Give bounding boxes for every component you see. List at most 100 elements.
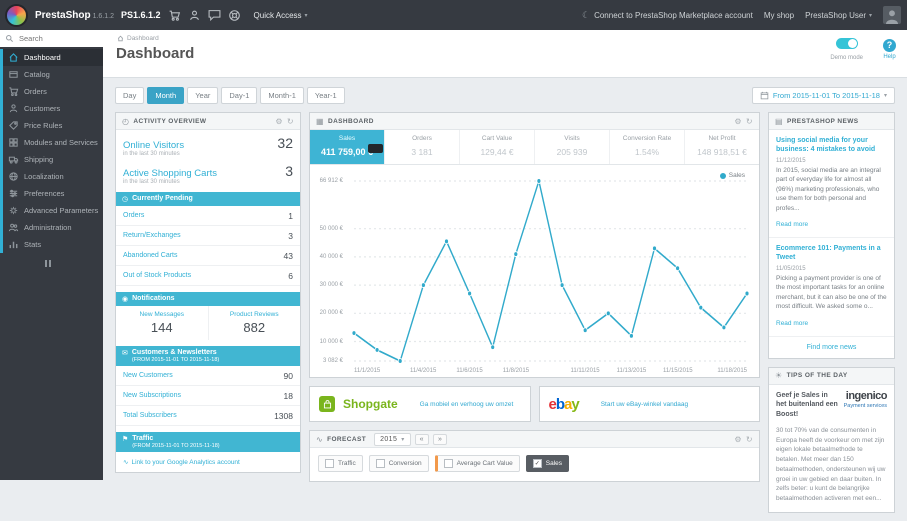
online-visitors-stat[interactable]: Online Visitors 32 in the last 30 minutes: [116, 130, 300, 158]
messages-icon[interactable]: [208, 9, 221, 22]
google-analytics-link[interactable]: ∿ Link to your Google Analytics account: [116, 452, 300, 472]
read-more-link[interactable]: Read more: [776, 221, 808, 228]
modules-icon: [8, 137, 19, 148]
range-button-day[interactable]: Day: [115, 87, 145, 104]
sales-line-chart: [351, 178, 750, 364]
year-select[interactable]: 2015 ▾: [374, 432, 411, 446]
date-range-picker[interactable]: From 2015-11-01 To 2015-11-18 ▾: [751, 87, 895, 104]
ebay-promo[interactable]: ebay Start uw eBay-winkel vandaag: [538, 386, 760, 422]
ingenico-logo: ingenico Payment services: [843, 389, 888, 409]
find-more-news-link[interactable]: Find more news: [769, 337, 894, 358]
gear-icon[interactable]: ⚙: [734, 117, 742, 126]
chart-x-axis: 11/1/2015 11/4/2015 11/6/2015 11/8/2015 …: [354, 368, 747, 374]
kpi-visits[interactable]: Visits 205 939: [534, 130, 609, 164]
sidebar-item-dashboard[interactable]: Dashboard: [3, 49, 103, 66]
customers-icon[interactable]: [188, 9, 201, 22]
user-menu[interactable]: PrestaShop User ▾: [805, 11, 872, 20]
range-button-day-1[interactable]: Day-1: [221, 87, 258, 104]
sidebar-item-price-rules[interactable]: Price Rules: [3, 117, 103, 134]
marketplace-connect-link[interactable]: ☾ Connect to PrestaShop Marketplace accou…: [582, 10, 753, 21]
range-button-year-1[interactable]: Year-1: [306, 87, 345, 104]
sidebar-item-customers[interactable]: Customers: [3, 100, 103, 117]
kpi-cart-value[interactable]: Cart Value 129,44 €: [459, 130, 534, 164]
sidebar-item-shipping[interactable]: Shipping: [3, 151, 103, 168]
sidebar-item-preferences[interactable]: Preferences: [3, 185, 103, 202]
brand: PrestaShop 1.6.1.2: [35, 10, 114, 21]
shopgate-promo[interactable]: Shopgate Ga mobiel en verhoog uw omzet: [309, 386, 531, 422]
demo-mode-toggle[interactable]: [835, 38, 858, 49]
sidebar-item-orders[interactable]: Orders: [3, 83, 103, 100]
stat-value: 3: [285, 163, 293, 179]
legend-chip-sales[interactable]: ✓ Sales: [525, 455, 569, 472]
sidebar-nav: Dashboard Catalog Orders Customers Price…: [0, 49, 103, 253]
brand-version: 1.6.1.2: [92, 12, 114, 20]
sidebar-item-advanced-parameters[interactable]: Advanced Parameters: [3, 202, 103, 219]
legend-chip-conversion[interactable]: Conversion: [368, 455, 429, 472]
sidebar-item-modules[interactable]: Modules and Services: [3, 134, 103, 151]
quick-access-menu[interactable]: Quick Access ▾: [254, 11, 308, 20]
panel-title: TIPS OF THE DAY: [786, 372, 848, 380]
range-button-month-1[interactable]: Month-1: [260, 87, 304, 104]
next-year-button[interactable]: »: [432, 433, 448, 445]
help-button[interactable]: ? Help: [883, 35, 896, 60]
pending-row-abandoned-carts[interactable]: Abandoned Carts 43: [116, 246, 300, 266]
refresh-icon[interactable]: ↻: [746, 435, 753, 444]
shop-name-link[interactable]: PS1.6.1.2: [121, 10, 161, 20]
range-button-year[interactable]: Year: [187, 87, 219, 104]
customers-row-new-subscriptions[interactable]: New Subscriptions 18: [116, 386, 300, 406]
forecast-legend: Traffic Conversion Average Cart Value ✓ S…: [310, 448, 759, 481]
sidebar-item-label: Catalog: [24, 70, 50, 79]
sidebar-item-administration[interactable]: Administration: [3, 219, 103, 236]
customers-row-new-customers[interactable]: New Customers 90: [116, 366, 300, 386]
user-avatar[interactable]: [883, 6, 901, 24]
product-reviews-cell[interactable]: Product Reviews 882: [207, 306, 301, 340]
sidebar-item-label: Advanced Parameters: [24, 206, 99, 215]
legend-dot: [719, 172, 726, 179]
pending-row-orders[interactable]: Orders 1: [116, 206, 300, 226]
pending-row-returns[interactable]: Return/Exchanges 3: [116, 226, 300, 246]
pending-row-out-of-stock[interactable]: Out of Stock Products 6: [116, 266, 300, 286]
truck-icon: [8, 154, 19, 165]
prestashop-logo[interactable]: [5, 3, 28, 27]
topbar: PrestaShop 1.6.1.2 PS1.6.1.2 Quick Access…: [0, 0, 907, 30]
new-messages-cell[interactable]: New Messages 144: [116, 306, 208, 340]
my-shop-link[interactable]: My shop: [764, 11, 794, 20]
shopgate-link[interactable]: Ga mobiel en verhoog uw omzet: [420, 401, 514, 408]
kpi-orders[interactable]: Orders 3 181: [384, 130, 459, 164]
kpi-conversion-rate[interactable]: Conversion Rate 1.54%: [609, 130, 684, 164]
article-title-link[interactable]: Ecommerce 101: Payments in a Tweet: [776, 244, 887, 263]
stat-label: Online Visitors: [123, 140, 185, 151]
refresh-icon[interactable]: ↻: [746, 117, 753, 126]
checkbox-icon: [325, 459, 334, 468]
gear-icon[interactable]: ⚙: [275, 117, 283, 126]
stat-value: 32: [277, 135, 293, 151]
catalog-icon: [8, 69, 19, 80]
kpi-net-profit[interactable]: Net Profit 148 918,51 €: [684, 130, 759, 164]
legend-chip-average-cart-value[interactable]: Average Cart Value: [434, 455, 520, 472]
support-icon[interactable]: [228, 9, 241, 22]
ebay-link[interactable]: Start uw eBay-winkel vandaag: [601, 401, 688, 408]
active-carts-stat[interactable]: Active Shopping Carts 3 in the last 30 mi…: [116, 158, 300, 186]
kpi-sales[interactable]: Sales 411 759,00 €: [310, 130, 384, 164]
refresh-icon[interactable]: ↻: [287, 117, 294, 126]
tip-headline: Geef je Sales in het buitenland een Boos…: [776, 391, 838, 419]
gear-icon[interactable]: ⚙: [734, 435, 742, 444]
sidebar-item-stats[interactable]: Stats: [3, 236, 103, 253]
sidebar-item-catalog[interactable]: Catalog: [3, 66, 103, 83]
prev-year-button[interactable]: «: [414, 433, 429, 445]
article-date: 11/12/2015: [776, 157, 806, 164]
search-input[interactable]: [17, 33, 93, 44]
breadcrumb[interactable]: Dashboard: [117, 35, 159, 42]
read-more-link[interactable]: Read more: [776, 320, 808, 327]
bell-icon: ◉: [122, 296, 129, 303]
sidebar-collapse-button[interactable]: [45, 260, 103, 267]
article-title-link[interactable]: Using social media for your business: 4 …: [776, 136, 887, 155]
customers-row-total-subscribers[interactable]: Total Subscribers 1308: [116, 406, 300, 426]
range-button-month[interactable]: Month: [147, 87, 185, 104]
sidebar-item-localization[interactable]: Localization: [3, 168, 103, 185]
customers-newsletters-header: ✉ Customers & Newsletters (FROM 2015-11-01…: [116, 346, 300, 366]
stat-subtext: in the last 30 minutes: [123, 179, 180, 185]
forecast-icon: ∿: [316, 434, 324, 444]
cart-icon[interactable]: [168, 9, 181, 22]
legend-chip-traffic[interactable]: Traffic: [318, 455, 363, 472]
